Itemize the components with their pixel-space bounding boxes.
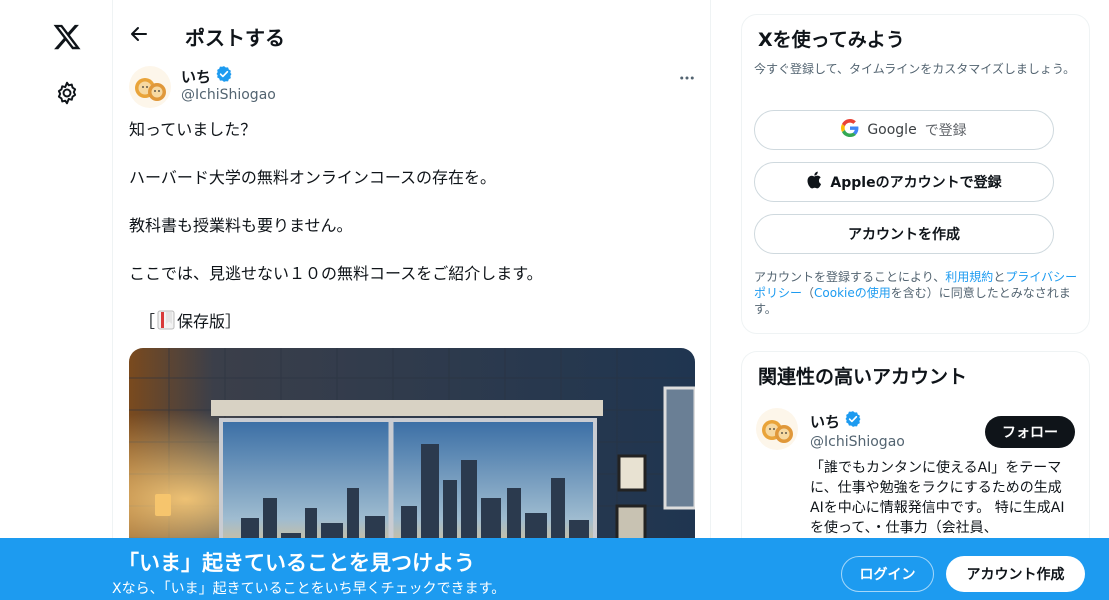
related-name-text: いち (810, 412, 841, 431)
signup-card: Xを使ってみよう 今すぐ登録して、タイムラインをカスタマイズしましょう。 Goo… (741, 14, 1090, 334)
related-name[interactable]: いち (810, 410, 862, 432)
follow-button[interactable]: フォロー (985, 416, 1075, 448)
banner-subtitle: Xなら、「いま」起きていることをいち早くチェックできます。 (112, 581, 506, 597)
more-options-icon[interactable] (675, 66, 699, 90)
signup-banner: 「いま」起きていることを見つけよう Xなら、「いま」起きていることをいち早くチェ… (0, 538, 1109, 600)
signup-button[interactable]: アカウント作成 (946, 556, 1085, 592)
post-detail-column: ポストする いち @IchiShiogao 知っていました？ ハーバード大学の無… (112, 0, 711, 600)
post-paragraph: 教科書も授業料も要りません。 (129, 216, 353, 235)
signup-title: Xを使ってみよう (758, 29, 905, 51)
create-account-button[interactable]: アカウントを作成 (754, 214, 1054, 254)
related-bio: 「誰でもカンタンに使えるAI」をテーマに、仕事や勉強をラクにするための生成AIを… (810, 460, 1065, 536)
banner-title: 「いま」起きていることを見つけよう (118, 551, 475, 575)
post-paragraph: ここでは、見逃せない１０の無料コースをご紹介します。 (129, 264, 543, 283)
apple-signup-button[interactable]: Appleのアカウントで登録 (754, 162, 1054, 202)
bracket-text: 保存版］ (177, 312, 242, 331)
gear-icon[interactable] (54, 80, 80, 106)
create-account-label: アカウントを作成 (848, 227, 960, 243)
google-logo-icon (841, 119, 859, 141)
legal-text: （ (802, 286, 815, 300)
legal-notice: アカウントを登録することにより、利用規約とプライバシーポリシー（Cookieの使… (754, 269, 1084, 317)
post-paragraph-saved: ［ 保存版］ (129, 310, 689, 337)
related-handle[interactable]: @IchiShiogao (810, 434, 905, 450)
post-paragraph: 知っていました？ (129, 120, 257, 139)
left-nav (0, 0, 112, 600)
bracket-open: ［ (139, 312, 156, 331)
apple-logo-icon (806, 171, 822, 193)
bookmark-icon (157, 310, 175, 337)
page-title: ポストする (185, 26, 285, 50)
login-button[interactable]: ログイン (841, 556, 934, 592)
verified-badge-icon (844, 410, 862, 432)
post-text: 知っていました？ ハーバード大学の無料オンラインコースの存在を。 教科書も授業料… (129, 118, 689, 337)
legal-text: アカウントを登録することにより、 (754, 270, 946, 284)
google-brand-label: Google (867, 122, 917, 138)
post-author: いち @IchiShiogao (129, 62, 699, 110)
author-handle[interactable]: @IchiShiogao (181, 87, 276, 103)
legal-text: と (993, 270, 1006, 284)
apple-signup-label: Appleのアカウントで登録 (830, 175, 1002, 191)
verified-badge-icon (215, 65, 233, 87)
back-arrow-icon[interactable] (127, 22, 151, 46)
post-paragraph: ハーバード大学の無料オンラインコースの存在を。 (129, 168, 497, 187)
author-name[interactable]: いち (181, 65, 233, 87)
post-header: ポストする (113, 0, 712, 66)
related-avatar[interactable] (756, 408, 798, 450)
x-logo-icon[interactable] (52, 22, 82, 52)
google-signup-button[interactable]: Google で登録 (754, 110, 1054, 150)
google-rest-label: で登録 (924, 123, 967, 139)
author-name-text: いち (181, 67, 212, 86)
terms-link[interactable]: 利用規約 (945, 270, 993, 284)
related-title: 関連性の高いアカウント (758, 366, 968, 388)
signup-subtitle: 今すぐ登録して、タイムラインをカスタマイズしましょう。 (754, 62, 1076, 76)
author-avatar[interactable] (129, 66, 171, 108)
cookie-link[interactable]: Cookieの使用 (814, 286, 891, 300)
